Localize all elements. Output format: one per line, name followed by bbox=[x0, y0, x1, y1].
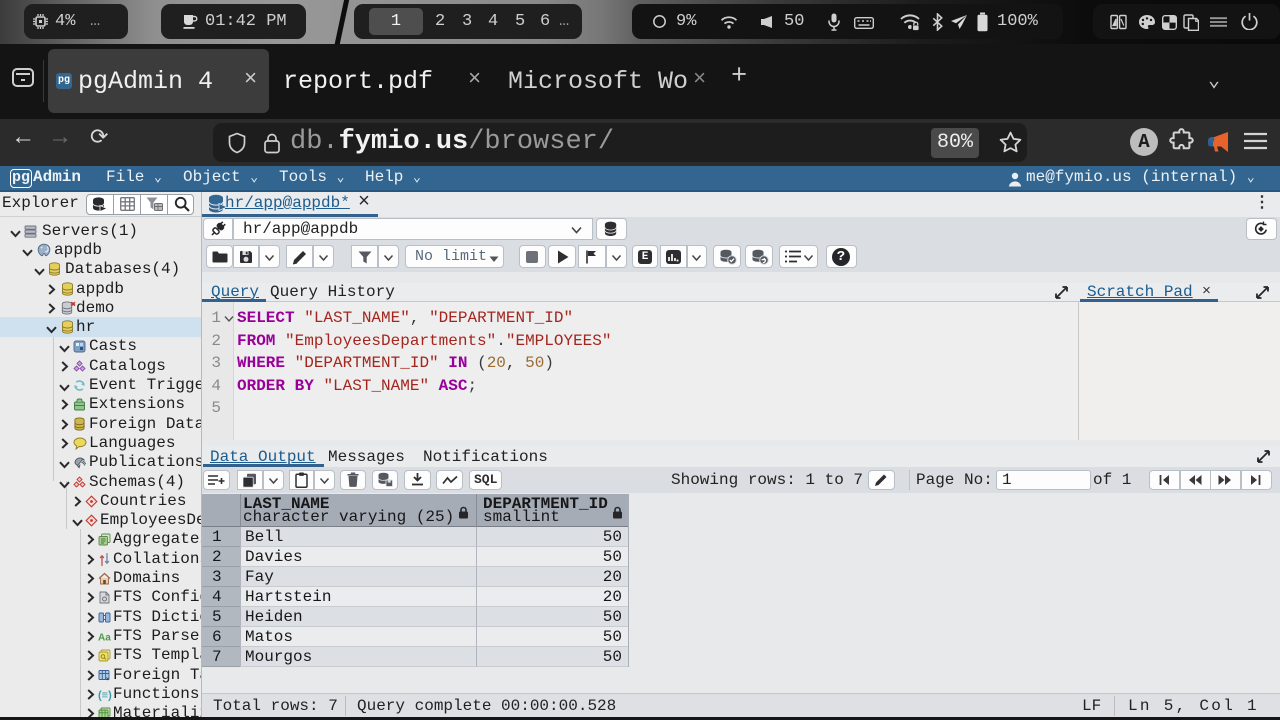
svg-text:Aa: Aa bbox=[98, 632, 111, 643]
svg-text:(≡): (≡) bbox=[98, 689, 112, 701]
